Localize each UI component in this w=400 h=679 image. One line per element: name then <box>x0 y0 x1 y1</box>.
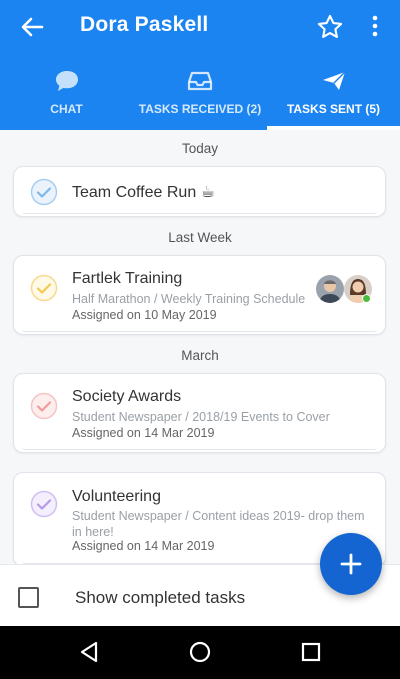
nav-home-icon[interactable] <box>187 639 213 665</box>
section-header-last-week: Last Week <box>168 230 232 245</box>
app-bar: Dora Paskell CHAT TASKS RECEIVED (2) TAS… <box>0 0 400 130</box>
task-title: Team Coffee Run ☕ <box>72 184 216 201</box>
task-check-icon[interactable] <box>30 274 58 302</box>
chat-bubble-icon <box>53 68 81 99</box>
task-check-icon[interactable] <box>30 178 58 206</box>
show-completed-label[interactable]: Show completed tasks <box>75 588 245 608</box>
task-card[interactable]: Fartlek Training Half Marathon / Weekly … <box>13 255 386 335</box>
task-card[interactable]: Society Awards Student Newspaper / 2018/… <box>13 373 386 453</box>
task-title: Society Awards <box>72 388 182 405</box>
show-completed-checkbox[interactable] <box>18 587 39 608</box>
online-status-dot <box>362 294 371 303</box>
task-assigned-date: Assigned on 14 Mar 2019 <box>72 539 215 553</box>
arrow-left-icon[interactable] <box>18 13 46 41</box>
task-check-icon[interactable] <box>30 490 58 518</box>
contact-name-title: Dora Paskell <box>80 13 209 36</box>
toolbar: Dora Paskell <box>0 0 400 54</box>
tab-tasks-sent[interactable]: TASKS SENT (5) <box>267 66 400 130</box>
task-assigned-date: Assigned on 14 Mar 2019 <box>72 426 215 440</box>
nav-back-icon[interactable] <box>76 639 102 665</box>
plus-icon <box>320 553 382 599</box>
inbox-tray-icon <box>186 68 214 99</box>
active-tab-indicator <box>267 126 400 130</box>
section-header-today: Today <box>181 141 219 156</box>
task-card[interactable]: Team Coffee Run ☕ <box>13 166 386 217</box>
tab-tasks-received[interactable]: TASKS RECEIVED (2) <box>133 66 267 130</box>
task-assigned-date: Assigned on 10 May 2019 <box>72 308 217 322</box>
nav-recents-icon[interactable] <box>298 639 324 665</box>
tab-chat[interactable]: CHAT <box>0 66 133 130</box>
more-vertical-icon[interactable] <box>365 13 385 41</box>
tab-tasks-received-label: TASKS RECEIVED (2) <box>138 102 262 116</box>
task-title: Fartlek Training <box>72 270 183 287</box>
section-header-march: March <box>181 348 219 363</box>
tab-tasks-sent-label: TASKS SENT (5) <box>286 102 381 116</box>
add-task-button[interactable] <box>320 533 382 595</box>
task-check-icon[interactable] <box>30 392 58 420</box>
star-outline-icon[interactable] <box>316 13 344 41</box>
avatar <box>316 275 344 303</box>
task-subtitle: Student Newspaper / 2018/19 Events to Co… <box>72 410 330 424</box>
tab-bar: CHAT TASKS RECEIVED (2) TASKS SENT (5) <box>0 66 400 130</box>
paper-plane-icon <box>320 68 348 99</box>
tab-chat-label: CHAT <box>50 102 83 116</box>
system-nav-bar <box>0 626 400 679</box>
task-title: Volunteering <box>72 488 161 505</box>
